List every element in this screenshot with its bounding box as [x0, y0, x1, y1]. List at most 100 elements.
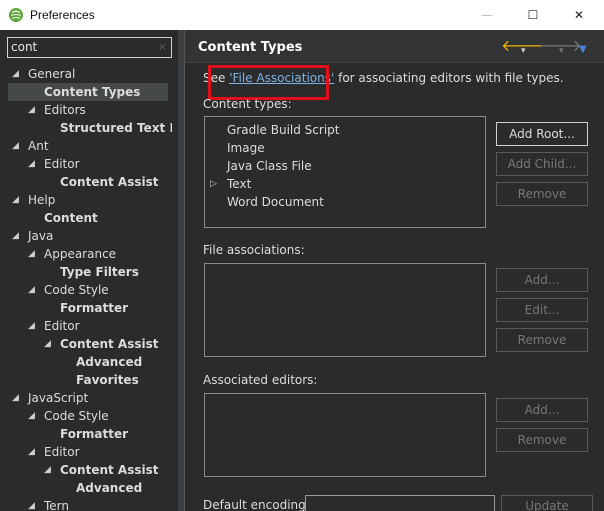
- tree-item[interactable]: ◢ Editor: [28, 443, 80, 461]
- description-suffix: for associating editors with file types.: [334, 71, 564, 85]
- expand-toggle-icon[interactable]: ◢: [12, 65, 19, 83]
- remove-content-type-button[interactable]: Remove: [496, 182, 588, 206]
- expand-toggle-icon[interactable]: ◢: [28, 101, 35, 119]
- tree-item[interactable]: ◢ Content Assist: [44, 335, 159, 353]
- tree-item[interactable]: ◢ Java: [12, 227, 54, 245]
- tree-item[interactable]: ◢ Code Style: [28, 407, 109, 425]
- close-button[interactable]: ✕: [556, 0, 602, 30]
- tree-item[interactable]: Advanced: [76, 479, 142, 497]
- page-title: Content Types: [198, 40, 303, 55]
- tree-item[interactable]: ◢ Code Style: [28, 281, 109, 299]
- view-menu-icon[interactable]: ▼: [579, 42, 587, 58]
- highlight-box: [208, 65, 329, 100]
- tree-item-label: Type Filters: [60, 265, 139, 279]
- expand-toggle-icon[interactable]: ▷: [210, 175, 217, 193]
- expand-toggle-icon[interactable]: ◢: [12, 227, 19, 245]
- tree-item[interactable]: ◢ General: [12, 65, 76, 83]
- tree-item[interactable]: Advanced: [76, 353, 142, 371]
- tree-item-label: Content Types: [44, 85, 141, 99]
- tree-item-label: Editor: [44, 319, 80, 333]
- content-type-label: Word Document: [227, 195, 324, 209]
- forward-dropdown-icon[interactable]: ▾: [559, 43, 564, 59]
- preference-page: Content Types 🡐 ▾ 🡒 ▾ ▼ See 'File Associ…: [184, 30, 604, 511]
- tree-item-label: Tern: [44, 499, 70, 511]
- expand-toggle-icon[interactable]: ◢: [44, 335, 51, 353]
- expand-toggle-icon[interactable]: ◢: [44, 461, 51, 479]
- add-root-button[interactable]: Add Root...: [496, 122, 588, 146]
- default-encoding-label: Default encoding:: [203, 498, 310, 511]
- expand-toggle-icon[interactable]: ◢: [28, 317, 35, 335]
- expand-toggle-icon[interactable]: ◢: [12, 137, 19, 155]
- tree-item[interactable]: Formatter: [60, 425, 128, 443]
- add-editor-button[interactable]: Add...: [496, 398, 588, 422]
- back-dropdown-icon[interactable]: ▾: [521, 43, 526, 59]
- tree-item[interactable]: ◢ Editors: [28, 101, 86, 119]
- expand-toggle-icon[interactable]: ◢: [28, 497, 35, 511]
- tree-item[interactable]: Formatter: [60, 299, 128, 317]
- content-type-item[interactable]: Image: [227, 139, 265, 157]
- tree-item-label: Content Assist: [60, 175, 159, 189]
- tree-item-label: Structured Text Ed: [60, 121, 172, 135]
- remove-file-association-button[interactable]: Remove: [496, 328, 588, 352]
- content-type-item[interactable]: Gradle Build Script: [227, 121, 339, 139]
- tree-item-label: Code Style: [44, 283, 109, 297]
- tree-item[interactable]: ◢ Editor: [28, 317, 80, 335]
- content-type-item[interactable]: Word Document: [227, 193, 324, 211]
- eclipse-app-icon: [9, 8, 23, 22]
- tree-item[interactable]: ◢ Editor: [28, 155, 80, 173]
- tree-item-label: Formatter: [60, 301, 129, 315]
- expand-toggle-icon[interactable]: ◢: [28, 443, 35, 461]
- tree-item-label: Formatter: [60, 427, 129, 441]
- tree-item[interactable]: Type Filters: [60, 263, 139, 281]
- tree-item[interactable]: ◢ JavaScript: [12, 389, 89, 407]
- title-bar: Preferences — ☐ ✕: [0, 0, 604, 30]
- tree-item-label: JavaScript: [28, 391, 89, 405]
- preferences-navigation: cont ✕ ◢ General Content Types ◢ Editors Stru…: [0, 30, 178, 511]
- tree-item[interactable]: Content Assist: [60, 173, 159, 191]
- filter-text: cont: [11, 40, 38, 54]
- tree-item[interactable]: ◢ Ant: [12, 137, 49, 155]
- tree-item-label: General: [28, 67, 76, 81]
- associated-editors-label: Associated editors:: [203, 373, 318, 387]
- maximize-button[interactable]: ☐: [510, 0, 556, 30]
- update-button[interactable]: Update: [501, 495, 593, 511]
- edit-file-association-button[interactable]: Edit...: [496, 298, 588, 322]
- window-title: Preferences: [30, 8, 95, 22]
- tree-item[interactable]: ◢ Appearance: [28, 245, 116, 263]
- associated-editors-list[interactable]: [204, 393, 486, 477]
- content-type-item[interactable]: Java Class File: [227, 157, 312, 175]
- minimize-button[interactable]: —: [464, 0, 510, 30]
- tree-item[interactable]: Structured Text Ed: [60, 119, 172, 137]
- tree-item-label: Java: [28, 229, 54, 243]
- expand-toggle-icon[interactable]: ◢: [12, 389, 19, 407]
- filter-input[interactable]: cont ✕: [7, 37, 172, 58]
- remove-editor-button[interactable]: Remove: [496, 428, 588, 452]
- content-type-label: Gradle Build Script: [227, 123, 340, 137]
- tree-item[interactable]: Content: [44, 209, 98, 227]
- preference-tree: ◢ General Content Types ◢ Editors Structured …: [0, 63, 172, 511]
- expand-toggle-icon[interactable]: ◢: [12, 191, 19, 209]
- tree-item[interactable]: ◢ Content Assist: [44, 461, 159, 479]
- expand-toggle-icon[interactable]: ◢: [28, 155, 35, 173]
- tree-item-label: Editor: [44, 157, 80, 171]
- default-encoding-input[interactable]: [305, 495, 495, 511]
- add-file-association-button[interactable]: Add...: [496, 268, 588, 292]
- tree-item-label: Advanced: [76, 481, 143, 495]
- tree-item-label: Ant: [28, 139, 49, 153]
- content-types-list[interactable]: Gradle Build Script Image Java Class File ▷…: [204, 116, 486, 228]
- content-type-item[interactable]: ▷ Text: [210, 175, 252, 193]
- tree-item-label: Content Assist: [60, 463, 159, 477]
- tree-item[interactable]: Favorites: [76, 371, 139, 389]
- tree-item[interactable]: Content Types: [8, 83, 168, 101]
- tree-item-label: Content Assist: [60, 337, 159, 351]
- expand-toggle-icon[interactable]: ◢: [28, 245, 35, 263]
- expand-toggle-icon[interactable]: ◢: [28, 407, 35, 425]
- clear-filter-icon[interactable]: ✕: [158, 38, 167, 57]
- tree-item[interactable]: ◢ Help: [12, 191, 55, 209]
- tree-item[interactable]: ◢ Tern: [28, 497, 70, 511]
- add-child-button[interactable]: Add Child...: [496, 152, 588, 176]
- tree-item-label: Favorites: [76, 373, 139, 387]
- content-type-label: Text: [227, 177, 252, 191]
- file-associations-list[interactable]: [204, 263, 486, 357]
- expand-toggle-icon[interactable]: ◢: [28, 281, 35, 299]
